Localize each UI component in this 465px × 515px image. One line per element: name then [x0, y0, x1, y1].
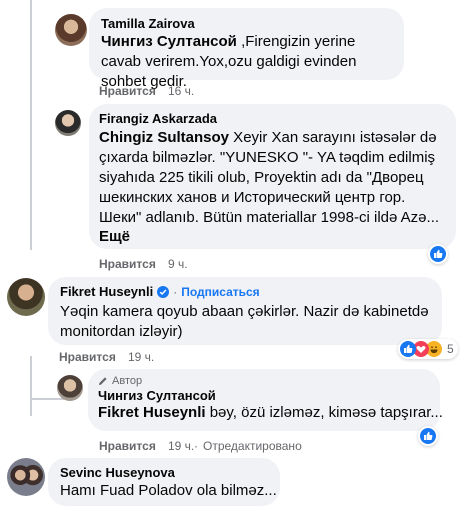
thread-line [30, 0, 32, 250]
comment-text: Чингиз Султансой ,Firengizin yerine cava… [101, 32, 392, 92]
like-button[interactable]: Нравится [99, 84, 156, 98]
comment-bubble: Автор Чингиз Султансой Fikret Huseynli b… [88, 369, 443, 431]
reaction-summary[interactable] [418, 426, 438, 446]
comment-timestamp[interactable]: 9 ч. [168, 257, 188, 271]
mention-link[interactable]: Fikret Huseynli [98, 404, 206, 421]
like-reaction-icon [430, 246, 446, 262]
thread-line [30, 356, 32, 416]
comment-bubble: Tamilla Zairova Чингиз Султансой ,Fireng… [89, 8, 404, 90]
author-badge: Автор [98, 375, 430, 387]
comment-bubble: Fikret Huseynli · Подписаться Yəqin kame… [48, 277, 442, 345]
thread-line-elbow [30, 398, 64, 400]
like-reaction-icon [400, 341, 416, 357]
comment-timestamp[interactable]: 16 ч. [168, 84, 194, 98]
verified-badge-icon [157, 285, 170, 298]
mention-link[interactable]: Chingiz Sultansoy [99, 129, 229, 146]
comment-author[interactable]: Firangiz Askarzada [99, 111, 446, 126]
comment-body: bəy, özü izləməz, kiməsə tapşırar... [205, 404, 443, 421]
reaction-summary[interactable] [428, 244, 448, 264]
avatar[interactable] [55, 110, 81, 136]
pencil-icon [99, 377, 107, 385]
author-badge-label: Автор [112, 375, 143, 387]
like-button[interactable]: Нравится [59, 350, 116, 364]
comment-text: Hamı Fuad Poladov ola bilməz... [60, 482, 277, 499]
comment-text: Chingiz Sultansoy Xeyir Xan sarayını ist… [99, 128, 446, 228]
mention-link[interactable]: Чингиз Султансой [101, 33, 237, 50]
see-more-link[interactable]: Ещё [99, 228, 446, 245]
avatar[interactable] [7, 278, 45, 316]
avatar[interactable] [7, 458, 45, 496]
comment-timestamp[interactable]: 19 ч. [168, 439, 194, 453]
comment-author[interactable]: Tamilla Zairova [101, 16, 392, 31]
comment-author[interactable]: Fikret Huseynli [60, 284, 153, 299]
edited-label: Отредактировано [203, 439, 302, 453]
comment-timestamp[interactable]: 19 ч. [128, 350, 154, 364]
separator-dot: · [173, 284, 178, 299]
follow-button[interactable]: Подписаться [181, 285, 259, 299]
separator-dot: · [194, 439, 198, 453]
avatar[interactable] [57, 375, 83, 401]
comment-author[interactable]: Чингиз Султансой [98, 388, 430, 403]
like-button[interactable]: Нравится [99, 257, 156, 271]
reaction-count: 5 [447, 342, 454, 356]
reaction-summary[interactable]: 5 [398, 339, 458, 359]
comment-bubble: Sevinc Huseynova Hamı Fuad Poladov ola b… [48, 458, 280, 506]
comment-text: Fikret Huseynli bəy, özü izləməz, kiməsə… [98, 403, 443, 423]
comment-author[interactable]: Sevinc Huseynova [60, 465, 268, 480]
like-reaction-icon [420, 428, 436, 444]
comment-bubble: Firangiz Askarzada Chingiz Sultansoy Xey… [89, 104, 456, 249]
like-button[interactable]: Нравится [99, 439, 156, 453]
avatar[interactable] [55, 14, 87, 46]
comment-text: Yəqin kamera qoyub abaan çəkirlər. Nazir… [60, 303, 429, 340]
